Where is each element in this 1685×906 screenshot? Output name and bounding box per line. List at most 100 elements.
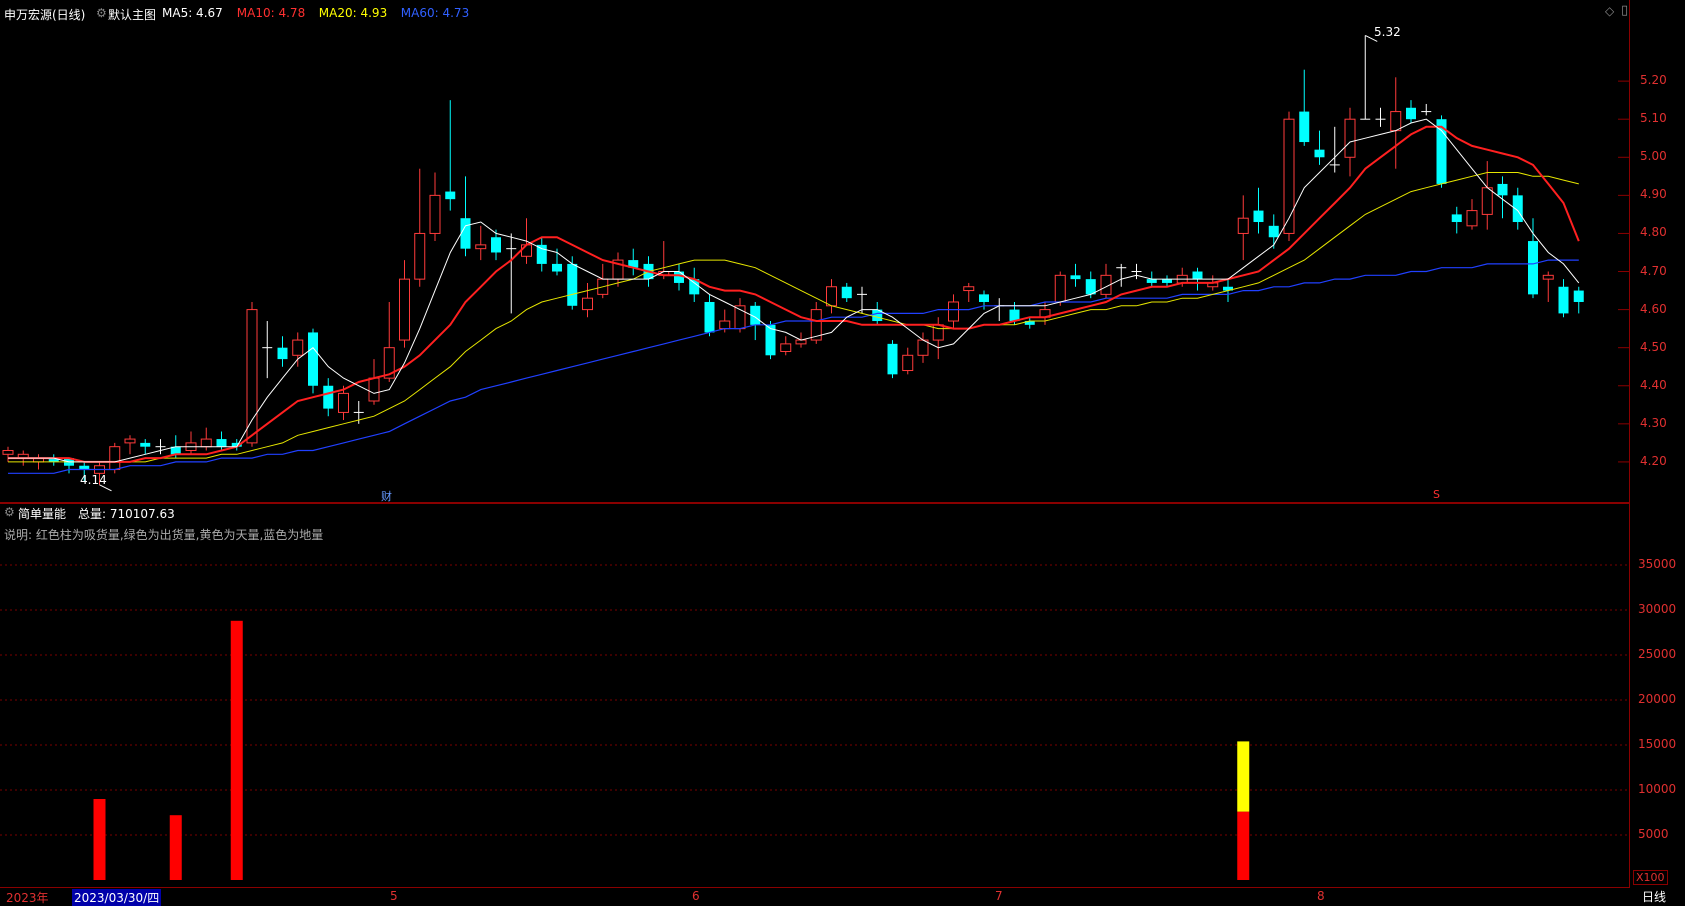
volume-unit: X100 — [1633, 870, 1668, 885]
candle-body — [795, 339, 807, 345]
candle-body — [109, 446, 121, 471]
period-button[interactable]: 日线 — [1642, 888, 1666, 905]
candle-body — [1573, 290, 1584, 302]
candle-body — [2, 449, 14, 455]
candle-body — [368, 377, 380, 402]
candle-body — [1283, 118, 1295, 234]
price-tick-label: 5.10 — [1640, 111, 1667, 126]
candle-body — [399, 278, 410, 341]
candle-body — [1314, 149, 1325, 158]
candle-body — [140, 442, 151, 447]
candle-body — [1344, 118, 1356, 158]
ma10-line — [8, 125, 1580, 463]
candle-body — [1162, 279, 1172, 283]
volume-tick-label: 25000 — [1638, 647, 1677, 661]
candle-body — [277, 347, 288, 360]
price-tick-label: 5.00 — [1640, 149, 1667, 164]
candle-body — [780, 343, 792, 352]
ma20-line — [8, 172, 1579, 463]
volume-tick-label: 20000 — [1638, 692, 1677, 706]
candle-body — [460, 218, 471, 249]
candle-body — [1192, 271, 1203, 280]
candle-body — [292, 339, 304, 356]
candle-body — [567, 263, 578, 306]
candle-body — [1070, 275, 1081, 280]
candle-body — [1512, 195, 1523, 223]
candlestick-chart[interactable] — [0, 0, 1630, 903]
s-signal-marker[interactable]: S — [1433, 488, 1440, 501]
month-label-8: 8 — [1317, 889, 1325, 903]
candle-body — [1390, 111, 1402, 132]
candle-body — [826, 286, 837, 307]
volume-bar-top — [1237, 741, 1250, 812]
candle-body — [841, 286, 852, 299]
indicator-gear-icon[interactable]: ⚙ — [4, 505, 15, 519]
candle-body — [1481, 187, 1493, 215]
candle-body — [1497, 183, 1508, 196]
candle-body — [1146, 279, 1157, 283]
volume-tick-label: 10000 — [1638, 782, 1677, 796]
finance-report-marker[interactable]: 财 — [381, 488, 392, 504]
month-label-5: 5 — [390, 889, 398, 903]
candle-body — [338, 392, 349, 413]
price-tick-label: 4.30 — [1640, 415, 1667, 430]
price-tick-label: 4.60 — [1640, 301, 1667, 316]
candle-body — [1237, 217, 1249, 234]
ma5-line — [8, 118, 1580, 463]
candle-body — [1528, 241, 1538, 295]
candle-body — [1406, 107, 1416, 120]
price-tick-label: 4.20 — [1640, 453, 1667, 468]
price-tick-label: 4.70 — [1640, 263, 1667, 278]
candle-body — [979, 294, 989, 302]
candle-body — [521, 244, 532, 257]
total-volume: 总量: 710107.63 — [78, 507, 175, 521]
candle-body — [704, 301, 715, 333]
candle-body — [216, 439, 227, 447]
volume-bar — [93, 799, 106, 880]
candle-body — [491, 237, 501, 253]
volume-tick-label: 30000 — [1638, 602, 1677, 616]
price-tick-label: 4.80 — [1640, 225, 1667, 240]
candle-body — [719, 320, 731, 330]
candle-body — [246, 309, 258, 444]
candle-body — [932, 324, 944, 341]
candle-body — [1542, 274, 1554, 280]
price-tick-label: 5.20 — [1640, 73, 1667, 88]
low-price-marker: 4.14 — [80, 473, 107, 487]
candle-body — [887, 343, 898, 375]
candle-body — [963, 286, 975, 292]
volume-bar — [1237, 811, 1250, 880]
candle-body — [323, 385, 334, 409]
month-label-6: 6 — [692, 889, 700, 903]
candle-body — [308, 332, 318, 386]
price-tick-label: 4.40 — [1640, 377, 1667, 392]
cursor-date: 2023/03/30/四 — [72, 889, 162, 906]
candle-body — [1268, 225, 1279, 238]
candle-body — [1558, 286, 1569, 314]
candle-body — [414, 232, 426, 280]
candle-body — [445, 191, 456, 200]
volume-bar — [230, 620, 243, 880]
candle-body — [475, 244, 487, 250]
volume-tick-label: 15000 — [1638, 737, 1677, 751]
volume-bar — [169, 815, 182, 880]
candle-body — [582, 297, 593, 311]
candle-body — [1085, 279, 1096, 295]
month-label-7: 7 — [995, 889, 1003, 903]
candle-body — [429, 194, 441, 234]
candle-body — [1299, 111, 1310, 143]
candle-body — [552, 263, 562, 272]
candle-body — [948, 301, 959, 322]
candle-body — [1466, 210, 1478, 227]
indicator-title[interactable]: 简单量能 — [18, 505, 66, 522]
candle-body — [1054, 274, 1066, 303]
candle-body — [124, 438, 136, 444]
price-tick-label: 4.90 — [1640, 187, 1667, 202]
candle-body — [674, 271, 684, 283]
candle-body — [536, 244, 547, 264]
high-price-marker: 5.32 — [1374, 25, 1401, 39]
volume-tick-label: 5000 — [1638, 827, 1669, 841]
candle-body — [1451, 214, 1462, 223]
year-label: 2023年 — [6, 891, 49, 905]
price-tick-label: 4.50 — [1640, 339, 1667, 354]
